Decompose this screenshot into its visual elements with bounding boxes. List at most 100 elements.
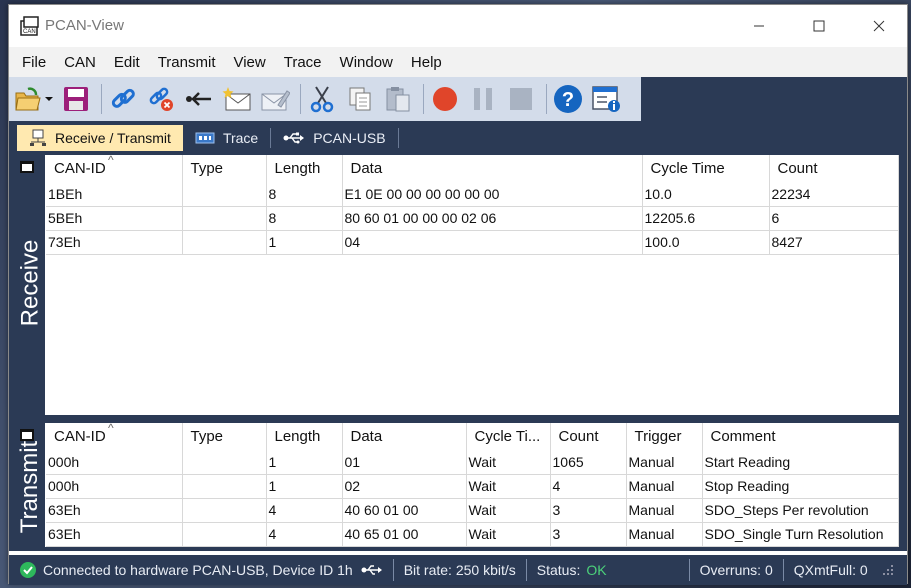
table-row[interactable]: 5BEh 8 80 60 01 00 00 00 02 06 12205.6 6 <box>46 206 899 231</box>
paste-icon <box>386 87 410 112</box>
menu-window[interactable]: Window <box>331 54 402 71</box>
cell-type <box>182 450 267 475</box>
table-row[interactable]: 1BEh 8 E1 0E 00 00 00 00 00 00 10.0 2223… <box>46 182 899 207</box>
cell-cycle-time: 12205.6 <box>642 206 770 231</box>
receive-col-type[interactable]: Type <box>182 155 267 182</box>
table-row[interactable]: 000h 1 01 Wait 1065 Manual Start Reading <box>46 450 899 475</box>
cell-length: 1 <box>266 474 343 499</box>
transmit-col-cycle-time[interactable]: Cycle Ti... <box>466 423 551 450</box>
cell-data: 04 <box>342 230 643 255</box>
help-button[interactable]: ? <box>551 82 585 116</box>
maximize-icon <box>813 20 825 32</box>
connect-button[interactable] <box>106 82 140 116</box>
help-icon: ? <box>554 85 582 113</box>
menu-trace[interactable]: Trace <box>275 54 331 71</box>
transmit-grid[interactable]: CAN-ID ^ Type Length Data Cycle Ti... Cou… <box>20 421 899 547</box>
cell-cycle-time: 100.0 <box>642 230 770 255</box>
transmit-table: CAN-ID ^ Type Length Data Cycle Ti... Cou… <box>46 421 899 547</box>
record-button[interactable] <box>428 82 462 116</box>
edit-message-icon <box>261 90 290 111</box>
transmit-col-length[interactable]: Length <box>266 423 343 450</box>
toolbar-separator <box>546 84 547 114</box>
table-row[interactable]: 63Eh 4 40 60 01 00 Wait 3 Manual SDO_Ste… <box>46 498 899 523</box>
receive-column-chooser-icon[interactable] <box>20 161 34 173</box>
menu-file[interactable]: File <box>13 54 55 71</box>
table-row[interactable]: 000h 1 02 Wait 4 Manual Stop Reading <box>46 474 899 499</box>
cell-data: 02 <box>342 474 467 499</box>
svg-text:?: ? <box>562 89 574 111</box>
menu-view[interactable]: View <box>224 54 274 71</box>
tab-pcan-usb[interactable]: PCAN-USB <box>271 125 397 151</box>
cell-type <box>182 230 267 255</box>
transmit-label: Transmit <box>16 440 44 534</box>
save-button[interactable] <box>59 82 93 116</box>
cell-trigger: Manual <box>626 474 703 499</box>
cell-comment: SDO_Single Turn Resolution <box>702 522 899 547</box>
new-message-button[interactable] <box>220 82 254 116</box>
tab-trace[interactable]: Trace <box>183 125 270 151</box>
save-icon <box>64 87 88 111</box>
cell-can-id: 63Eh <box>46 522 183 547</box>
disconnect-button[interactable] <box>144 82 178 116</box>
usb-icon <box>361 565 382 575</box>
tab-label: Receive / Transmit <box>55 130 171 146</box>
transmit-column-chooser-icon[interactable] <box>20 429 34 441</box>
network-icon <box>30 129 46 146</box>
open-dropdown-button[interactable] <box>43 82 55 116</box>
receive-col-length[interactable]: Length <box>266 155 343 182</box>
transmit-header-row: CAN-ID ^ Type Length Data Cycle Ti... Cou… <box>46 421 899 450</box>
cell-trigger: Manual <box>626 498 703 523</box>
cell-type <box>182 182 267 207</box>
menu-edit[interactable]: Edit <box>105 54 149 71</box>
transmit-col-trigger[interactable]: Trigger <box>626 423 703 450</box>
status-separator <box>525 559 527 581</box>
cell-can-id: 000h <box>46 474 183 499</box>
cell-count: 3 <box>550 498 627 523</box>
receive-col-data[interactable]: Data <box>342 155 643 182</box>
menu-help[interactable]: Help <box>402 54 451 71</box>
table-row[interactable]: 73Eh 1 04 100.0 8427 <box>46 230 899 255</box>
qxmtfull-text: QXmtFull: 0 <box>793 562 868 578</box>
disconnect-icon <box>149 87 173 111</box>
properties-button[interactable] <box>589 82 623 116</box>
transmit-col-type[interactable]: Type <box>182 423 267 450</box>
copy-button[interactable] <box>343 82 377 116</box>
tab-label: Trace <box>222 130 259 146</box>
menu-can[interactable]: CAN <box>55 54 105 71</box>
window-title: PCAN-View <box>45 17 124 34</box>
tab-receive-transmit[interactable]: Receive / Transmit <box>17 125 183 151</box>
close-button[interactable] <box>849 5 909 47</box>
stop-button[interactable] <box>504 82 538 116</box>
receive-col-count[interactable]: Count <box>769 155 899 182</box>
record-icon <box>433 87 457 111</box>
cell-count: 4 <box>550 474 627 499</box>
cell-can-id: 63Eh <box>46 498 183 523</box>
minimize-button[interactable] <box>729 5 789 47</box>
resize-grip-icon[interactable] <box>882 564 894 576</box>
receive-grid[interactable]: CAN-ID ^ Type Length Data Cycle Time Coun… <box>20 153 899 415</box>
transmit-col-can-id[interactable]: CAN-ID ^ <box>46 421 183 450</box>
tab-label: PCAN-USB <box>313 130 386 146</box>
cell-can-id: 5BEh <box>46 206 183 231</box>
menu-transmit[interactable]: Transmit <box>149 54 225 71</box>
receive-col-cycle-time[interactable]: Cycle Time <box>642 155 770 182</box>
receive-col-can-id[interactable]: CAN-ID ^ <box>46 153 183 182</box>
status-value: OK <box>586 562 607 578</box>
transmit-col-comment[interactable]: Comment <box>702 423 899 450</box>
reset-button[interactable] <box>182 82 216 116</box>
cut-button[interactable] <box>305 82 339 116</box>
cell-data: 80 60 01 00 00 00 02 06 <box>342 206 643 231</box>
bitrate-text: Bit rate: 250 kbit/s <box>403 562 516 578</box>
paste-button[interactable] <box>381 82 415 116</box>
transmit-col-data[interactable]: Data <box>342 423 467 450</box>
maximize-button[interactable] <box>789 5 849 47</box>
app-window: CAN PCAN-View File CAN Edit Transmit Vie… <box>8 4 909 585</box>
pause-button[interactable] <box>466 82 500 116</box>
open-button[interactable] <box>13 82 43 116</box>
table-row[interactable]: 63Eh 4 40 65 01 00 Wait 3 Manual SDO_Sin… <box>46 522 899 547</box>
transmit-col-count[interactable]: Count <box>550 423 627 450</box>
cell-cycle-time: Wait <box>466 450 551 475</box>
cell-count: 3 <box>550 522 627 547</box>
edit-message-button[interactable] <box>258 82 292 116</box>
cell-comment: Start Reading <box>702 450 899 475</box>
